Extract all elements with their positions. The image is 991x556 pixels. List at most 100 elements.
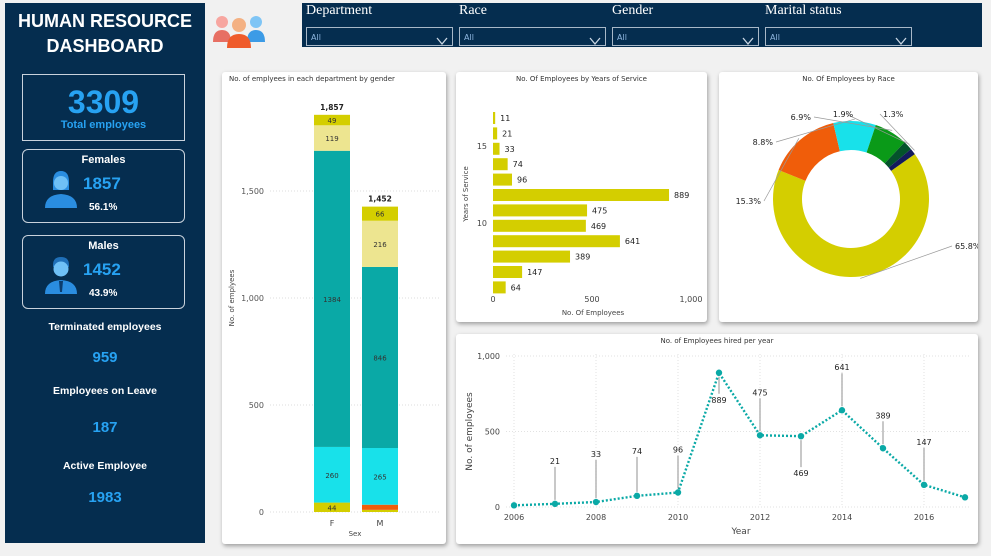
data-point <box>510 502 518 509</box>
bar-label: 641 <box>625 237 640 246</box>
gender-department-chart: 0 500 1,000 1,500 No. of emplyees Sex 44 260 138… <box>228 103 440 538</box>
people-group-icon <box>212 8 266 54</box>
data-point <box>756 432 764 439</box>
dashboard-title: HUMAN RESOURCE DASHBOARD <box>5 9 205 59</box>
data-point <box>961 494 969 501</box>
y-tick-label: 1,000 <box>241 294 264 303</box>
filter-gender-label: Gender <box>612 3 654 18</box>
bar-label: 96 <box>517 176 527 185</box>
filter-race-value: All <box>464 33 474 42</box>
filter-department-dropdown[interactable]: All <box>306 27 453 46</box>
total-employees-card: 3309 Total employees <box>22 74 185 141</box>
filter-marital-status-label: Marital status <box>765 3 842 18</box>
bar <box>493 266 523 278</box>
donut-slice-label: 1.9% <box>833 110 854 119</box>
bar <box>493 158 508 171</box>
bar-label: 889 <box>674 191 689 200</box>
data-label: 641 <box>834 363 849 372</box>
bar-label: 389 <box>575 253 590 262</box>
x-tick-label: F <box>330 519 335 528</box>
chevron-down-icon <box>742 31 754 50</box>
bar <box>493 127 498 140</box>
y-tick-label: 500 <box>485 428 500 437</box>
bar <box>493 204 588 217</box>
donut-slice-label: 1.3% <box>883 110 904 119</box>
hires-per-year-chart-card: No. of Employees hired per year 0 500 1,00… <box>456 334 978 544</box>
filter-department-label: Department <box>306 3 373 18</box>
title-line-1: HUMAN RESOURCE <box>17 11 192 31</box>
bar-label: 11 <box>500 114 510 123</box>
bar-segment-label: 44 <box>328 504 337 512</box>
filter-bar: Department All Race All Gender All Marit… <box>302 3 982 47</box>
female-user-icon <box>41 168 81 214</box>
bar-total-label: 1,452 <box>368 195 392 204</box>
data-point <box>633 492 641 500</box>
filter-race-label: Race <box>459 3 487 18</box>
x-tick-label: 2016 <box>914 513 934 522</box>
y-axis-title: Years of Service <box>462 166 470 223</box>
bar-segment-label: 265 <box>373 473 386 481</box>
x-axis-title: Year <box>730 527 750 537</box>
race-donut-chart: 65.8% 15.3% 8.8% 6.9% 1.9% 1.3% <box>736 110 978 279</box>
x-tick-label: 0 <box>490 295 495 304</box>
terminated-value: 959 <box>92 349 118 366</box>
donut-slice-label: 6.9% <box>791 113 812 122</box>
filter-marital-status-dropdown[interactable]: All <box>765 27 912 46</box>
data-label: 475 <box>752 388 767 397</box>
data-label: 389 <box>875 411 890 420</box>
data-label: 889 <box>711 396 726 405</box>
bar <box>493 281 506 294</box>
bar-segment-label: 1384 <box>323 296 341 304</box>
females-percent: 56.1% <box>89 202 118 213</box>
bar-label: 64 <box>511 283 521 292</box>
donut-slice-label: 8.8% <box>753 138 774 147</box>
chevron-down-icon <box>895 31 907 50</box>
bar-label: 33 <box>505 145 515 154</box>
y-tick-label: 500 <box>249 401 264 410</box>
data-point <box>551 500 559 508</box>
data-label: 96 <box>673 446 683 455</box>
donut-slice-label: 65.8% <box>955 242 978 251</box>
filter-gender-value: All <box>617 33 627 42</box>
y-tick-label: 0 <box>259 508 264 517</box>
data-label: 147 <box>916 438 931 447</box>
x-tick-label: 2010 <box>668 513 688 522</box>
bar-segment-label: 119 <box>325 135 338 143</box>
x-tick-label: M <box>377 519 384 528</box>
data-point <box>838 407 846 414</box>
chevron-down-icon <box>589 31 601 50</box>
bar-segment-label: 49 <box>328 117 337 125</box>
x-axis-title: Sex <box>349 530 362 538</box>
y-tick-label: 1,000 <box>477 352 500 361</box>
filter-race-dropdown[interactable]: All <box>459 27 606 46</box>
females-label: Females <box>81 154 126 166</box>
data-label: 21 <box>550 457 560 466</box>
data-label: 74 <box>632 447 642 456</box>
data-point <box>879 445 887 452</box>
years-of-service-chart-card: No. Of Employees by Years of Service 11 2… <box>456 72 707 322</box>
bar <box>493 250 571 263</box>
bar <box>493 189 670 201</box>
males-value: 1452 <box>83 260 121 279</box>
y-tick-label: 1,500 <box>241 187 264 196</box>
series-line <box>513 370 966 507</box>
filter-gender-dropdown[interactable]: All <box>612 27 759 46</box>
y-axis-title: No. of employees <box>465 392 475 471</box>
bar-total-label: 1,857 <box>320 103 344 112</box>
chevron-down-icon <box>436 31 448 50</box>
terminated-label: Terminated employees <box>48 321 162 333</box>
leave-label: Employees on Leave <box>53 385 157 397</box>
bar-segment-label: 846 <box>373 354 387 362</box>
gender-department-chart-card: No. of emplyees in each department by ge… <box>222 72 446 544</box>
data-point <box>715 369 723 376</box>
bar <box>493 219 586 232</box>
active-label: Active Employee <box>62 460 148 472</box>
bar-segment <box>362 509 398 512</box>
y-tick-label: 10 <box>477 219 487 228</box>
y-axis-title: No. of emplyees <box>228 269 236 326</box>
data-label: 469 <box>793 469 808 478</box>
males-percent: 43.9% <box>89 288 118 299</box>
x-tick-label: 2014 <box>832 513 852 522</box>
females-card: Females 1857 56.1% <box>22 149 185 223</box>
hires-per-year-chart: 0 500 1,000 2006 2008 2010 2012 2014 2016 Year No.… <box>465 352 971 537</box>
